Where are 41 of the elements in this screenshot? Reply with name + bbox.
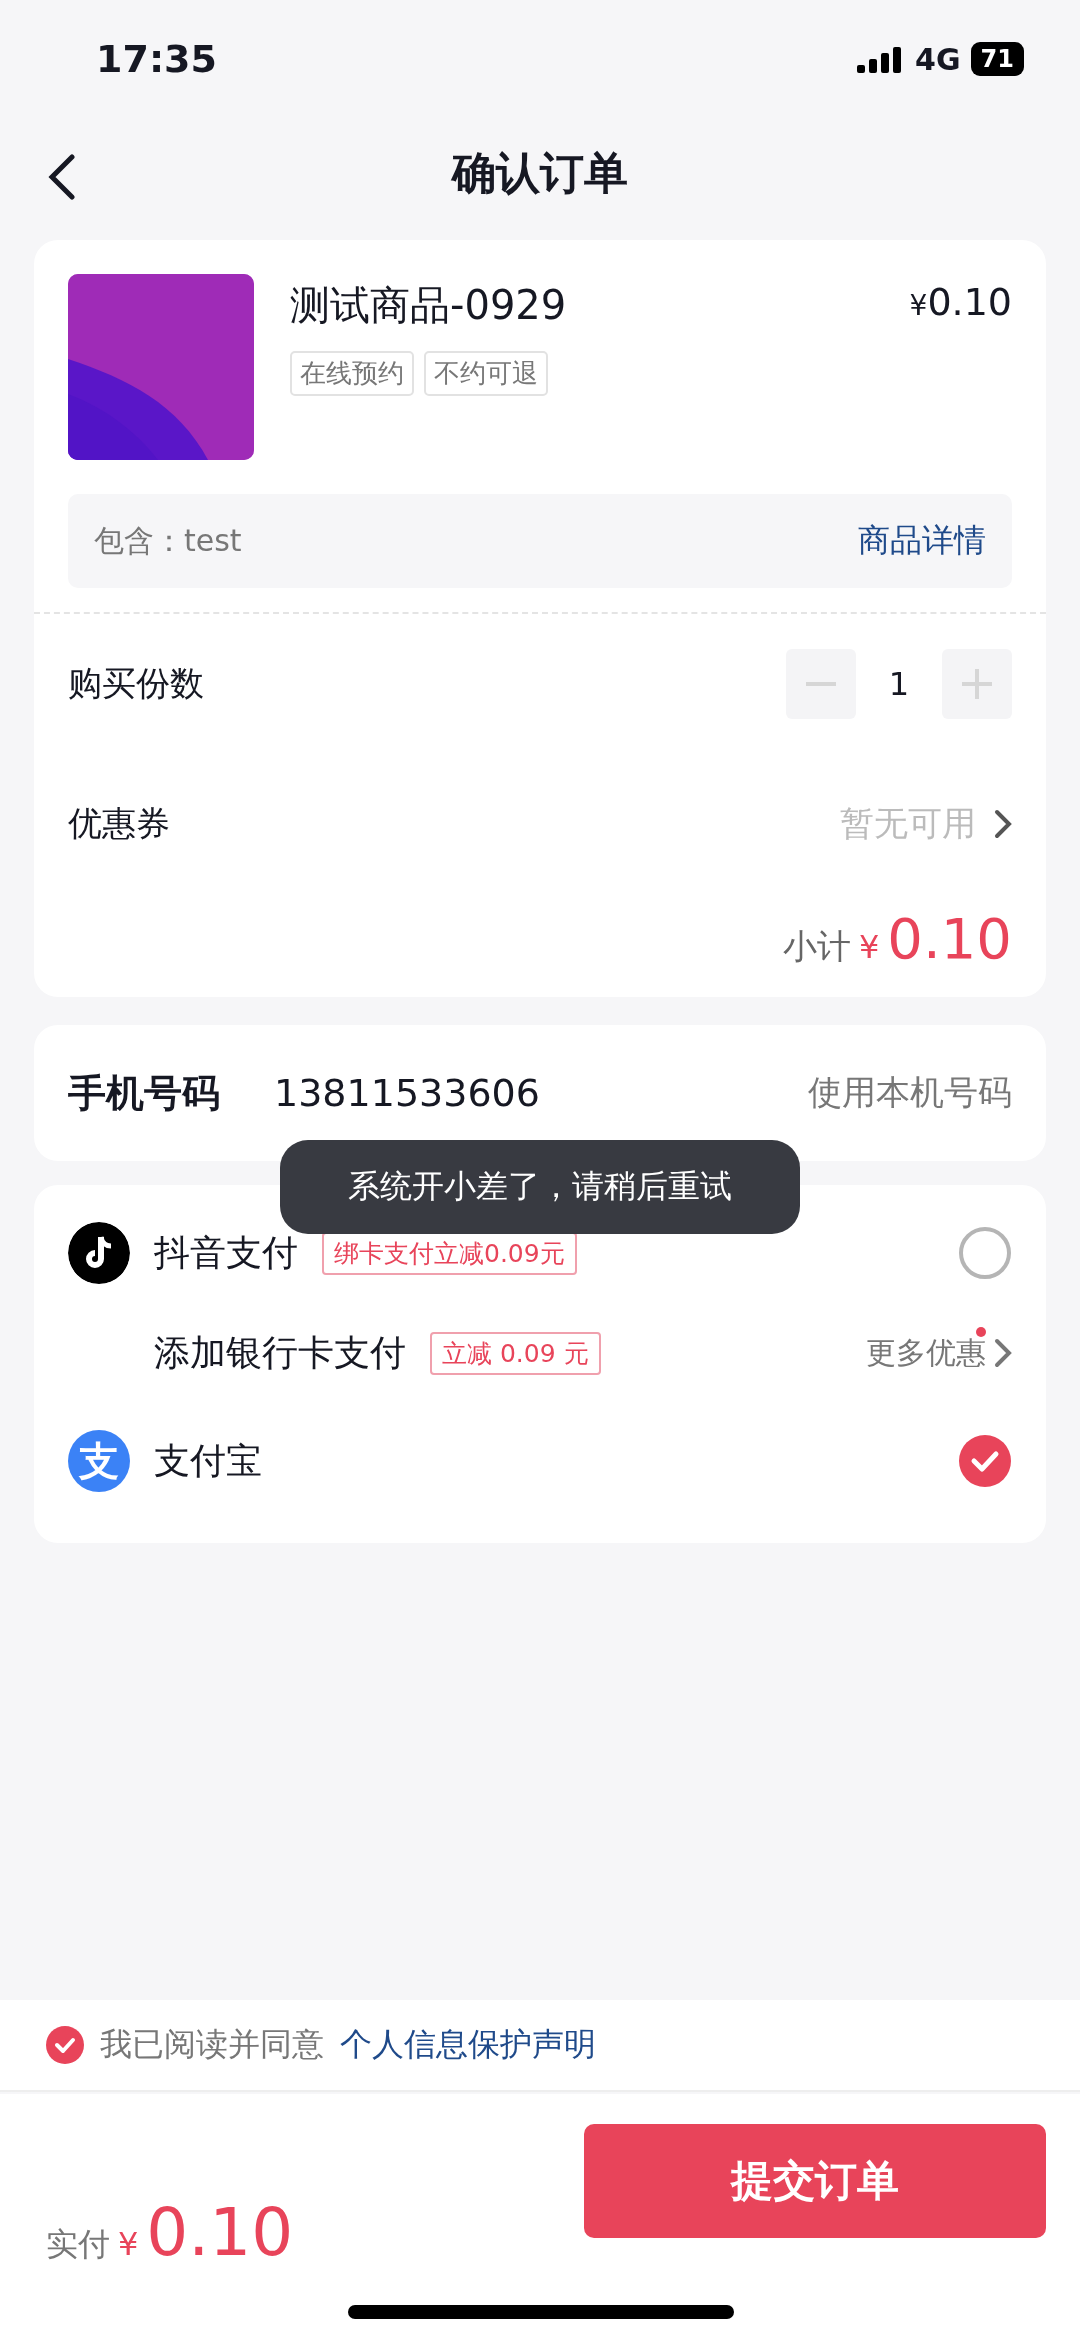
quantity-value: 1 [887, 665, 911, 703]
quantity-label: 购买份数 [68, 662, 204, 705]
chevron-right-icon [994, 809, 1012, 839]
network-label: 4G [915, 41, 961, 77]
checkbox[interactable] [46, 2026, 84, 2064]
chevron-right-icon [994, 1338, 1012, 1368]
total-label: 实付 [46, 2224, 110, 2265]
submit-button[interactable]: 提交订单 [584, 2124, 1046, 2238]
payment-name[interactable]: 支付宝 [154, 1436, 262, 1486]
total-amount: 0.10 [146, 2194, 294, 2271]
payment-name[interactable]: 添加银行卡支付 [154, 1328, 406, 1378]
product-tag: 在线预约 [290, 351, 414, 396]
notification-dot [976, 1326, 986, 1337]
status-time: 17:35 [96, 37, 217, 81]
radio-button[interactable] [958, 1434, 1012, 1488]
phone-label: 手机号码 [68, 1069, 220, 1117]
radio-button[interactable] [958, 1226, 1012, 1280]
page-title: 确认订单 [452, 145, 628, 200]
details-link[interactable]: 商品详情 [858, 519, 986, 563]
currency-sign: ¥ [858, 928, 880, 966]
promo-tag: 立减 0.09 元 [430, 1331, 601, 1375]
use-phone-link[interactable]: 使用本机号码 [808, 1070, 1012, 1116]
currency-sign: ¥ [118, 2225, 139, 2263]
more-offers-link[interactable]: 更多优惠 [866, 1332, 986, 1374]
includes-text: 包含：test [94, 521, 242, 560]
privacy-link[interactable]: 个人信息保护声明 [340, 2023, 596, 2067]
back-icon[interactable] [46, 154, 76, 200]
music-note-icon [68, 1222, 130, 1284]
minus-icon [806, 682, 836, 686]
subtotal-label: 小计 [782, 925, 851, 968]
product-name: 测试商品-0929 [290, 281, 568, 330]
toast: 系统开小差了，请稍后重试 [280, 1140, 800, 1234]
product-price: ¥0.10 [909, 279, 1012, 326]
coupon-label: 优惠券 [68, 802, 170, 845]
product-tag: 不约可退 [424, 351, 548, 396]
phone-number: 13811533606 [274, 1071, 541, 1115]
agreement-text: 我已阅读并同意 [100, 2024, 324, 2065]
subtotal-amount: 0.10 [887, 906, 1012, 971]
alipay-logo: 支 [68, 1430, 130, 1492]
plus-icon [962, 669, 992, 699]
battery-level: 71 [970, 42, 1024, 76]
